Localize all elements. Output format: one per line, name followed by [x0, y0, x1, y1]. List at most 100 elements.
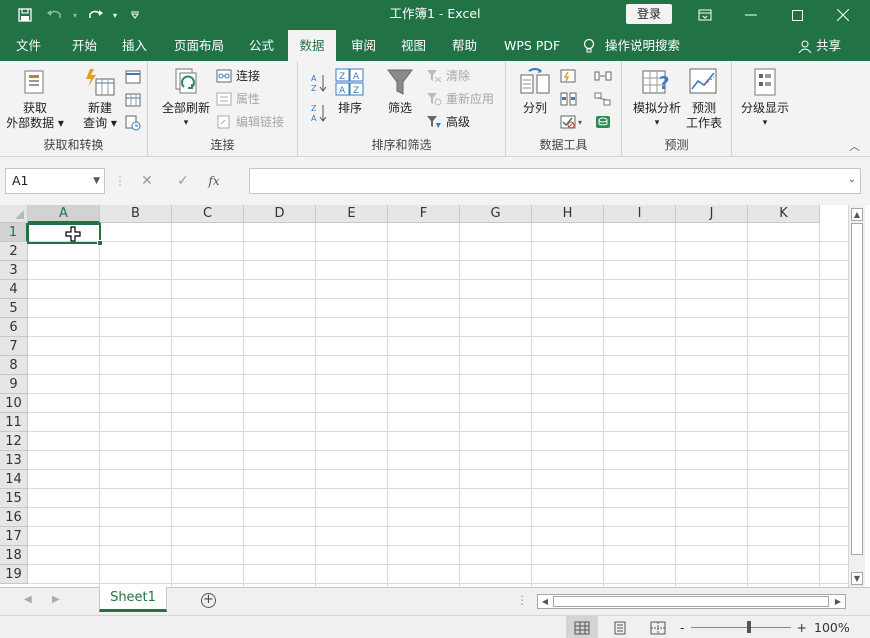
remove-duplicates-icon[interactable] — [560, 89, 578, 109]
undo-dropdown-icon[interactable]: ▾ — [70, 0, 80, 30]
row-header[interactable]: 10 — [0, 394, 28, 413]
forecast-sheet-button[interactable]: 预测 工作表 — [684, 67, 724, 131]
undo-icon[interactable] — [40, 0, 70, 30]
properties-button[interactable]: 属性 — [216, 89, 260, 109]
zoom-slider[interactable]: - + — [680, 616, 807, 638]
cancel-icon[interactable]: ✕ — [128, 173, 166, 189]
column-header[interactable]: I — [604, 205, 676, 223]
share-button[interactable]: 共享 — [798, 30, 841, 61]
column-header[interactable]: E — [316, 205, 388, 223]
refresh-all-button[interactable]: 全部刷新 ▾ — [160, 67, 212, 131]
formula-input[interactable]: ⌄ — [249, 168, 861, 194]
column-header[interactable]: C — [172, 205, 244, 223]
vertical-scrollbar[interactable]: ▲ ▼ — [848, 205, 865, 587]
get-external-data-button[interactable]: 获取 外部数据 ▾ — [4, 67, 66, 131]
row-header[interactable]: 7 — [0, 337, 28, 356]
enter-icon[interactable]: ✓ — [166, 173, 200, 189]
row-header[interactable]: 14 — [0, 470, 28, 489]
selected-cell-a1[interactable] — [27, 223, 103, 246]
scroll-left-icon[interactable]: ◀ — [539, 596, 551, 607]
connections-button[interactable]: 连接 — [216, 66, 260, 86]
tab-review[interactable]: 审阅 — [343, 30, 384, 61]
login-button[interactable]: 登录 — [626, 4, 672, 24]
from-table-icon[interactable] — [125, 90, 141, 110]
page-layout-view-icon[interactable] — [604, 616, 636, 638]
row-header[interactable]: 15 — [0, 489, 28, 508]
flash-fill-icon[interactable] — [560, 66, 578, 86]
zoom-out-button[interactable]: - — [680, 620, 685, 635]
row-header[interactable]: 17 — [0, 527, 28, 546]
advanced-filter-button[interactable]: 高级 — [426, 112, 470, 132]
collapse-ribbon-icon[interactable]: ︿ — [849, 138, 860, 154]
row-header[interactable]: 13 — [0, 451, 28, 470]
row-header[interactable]: 6 — [0, 318, 28, 337]
maximize-icon[interactable] — [774, 0, 820, 30]
relationships-icon[interactable] — [594, 89, 612, 109]
column-header[interactable]: A — [28, 205, 100, 223]
row-header[interactable]: 1 — [0, 223, 28, 242]
data-validation-icon[interactable]: ▾ — [560, 112, 586, 132]
column-header[interactable]: J — [676, 205, 748, 223]
outline-button[interactable]: 分级显示 ▾ — [738, 67, 792, 131]
expand-formula-icon[interactable]: ⌄ — [848, 174, 856, 185]
tab-data[interactable]: 数据 — [288, 30, 336, 61]
new-query-button[interactable]: 新建 查询 ▾ — [78, 67, 122, 131]
redo-dropdown-icon[interactable]: ▾ — [110, 0, 120, 30]
column-header[interactable]: K — [748, 205, 820, 223]
insert-function-icon[interactable]: fx — [200, 174, 228, 188]
name-box[interactable]: A1 ▼ — [5, 168, 105, 194]
tab-wps-pdf[interactable]: WPS PDF — [496, 30, 568, 61]
tab-formulas[interactable]: 公式 — [241, 30, 282, 61]
select-all-corner[interactable] — [0, 205, 28, 223]
row-header[interactable]: 9 — [0, 375, 28, 394]
row-header[interactable]: 11 — [0, 413, 28, 432]
row-header[interactable]: 12 — [0, 432, 28, 451]
clear-filter-button[interactable]: 清除 — [426, 66, 470, 86]
what-if-analysis-button[interactable]: ? 模拟分析 ▾ — [630, 67, 684, 131]
worksheet-grid[interactable]: A B C D E F G H I J K 1 2 3 4 5 6 7 8 9 10 11 12 13 14 15 16 17 18 19 — [0, 205, 848, 587]
manage-data-model-icon[interactable] — [594, 112, 612, 132]
tab-view[interactable]: 视图 — [393, 30, 434, 61]
prev-sheet-icon[interactable]: ◀ — [24, 594, 32, 605]
zoom-track[interactable] — [690, 621, 791, 633]
name-box-dropdown-icon[interactable]: ▼ — [93, 169, 100, 193]
scroll-down-icon[interactable]: ▼ — [851, 572, 863, 585]
column-header[interactable]: H — [532, 205, 604, 223]
row-header[interactable]: 2 — [0, 242, 28, 261]
edit-links-button[interactable]: 编辑链接 — [216, 112, 284, 132]
minimize-icon[interactable] — [728, 0, 774, 30]
sort-button[interactable]: ZAAZ 排序 — [334, 67, 366, 116]
row-header[interactable]: 4 — [0, 280, 28, 299]
tell-me-search[interactable]: 操作说明搜索 — [583, 30, 680, 61]
redo-icon[interactable] — [80, 0, 110, 30]
column-header[interactable]: B — [100, 205, 172, 223]
row-header[interactable]: 8 — [0, 356, 28, 375]
vertical-scroll-thumb[interactable] — [851, 223, 863, 555]
row-header[interactable]: 3 — [0, 261, 28, 280]
consolidate-icon[interactable] — [594, 66, 612, 86]
horizontal-scroll-thumb[interactable] — [553, 596, 829, 607]
close-icon[interactable] — [820, 0, 866, 30]
sheet-tab-sheet1[interactable]: Sheet1 — [99, 587, 167, 612]
row-header[interactable]: 16 — [0, 508, 28, 527]
zoom-percentage[interactable]: 100% — [814, 616, 850, 638]
ribbon-display-options-icon[interactable] — [682, 0, 728, 30]
text-to-columns-button[interactable]: 分列 — [518, 67, 552, 116]
row-header[interactable]: 19 — [0, 565, 28, 584]
add-sheet-icon[interactable]: + — [201, 593, 216, 608]
fill-handle[interactable] — [97, 240, 103, 246]
row-header[interactable]: 5 — [0, 299, 28, 318]
next-sheet-icon[interactable]: ▶ — [52, 594, 60, 605]
column-header[interactable]: D — [244, 205, 316, 223]
column-header[interactable]: G — [460, 205, 532, 223]
recent-sources-icon[interactable] — [125, 113, 141, 133]
column-header[interactable]: F — [388, 205, 460, 223]
tab-insert[interactable]: 插入 — [114, 30, 155, 61]
normal-view-icon[interactable] — [566, 616, 598, 638]
customize-qat-icon[interactable] — [120, 0, 150, 30]
sort-ascending-icon[interactable]: AZ — [310, 73, 328, 93]
scroll-up-icon[interactable]: ▲ — [851, 208, 863, 221]
show-queries-icon[interactable] — [125, 67, 141, 87]
page-break-view-icon[interactable] — [642, 616, 674, 638]
horizontal-scrollbar[interactable]: ◀ ▶ — [537, 594, 846, 609]
